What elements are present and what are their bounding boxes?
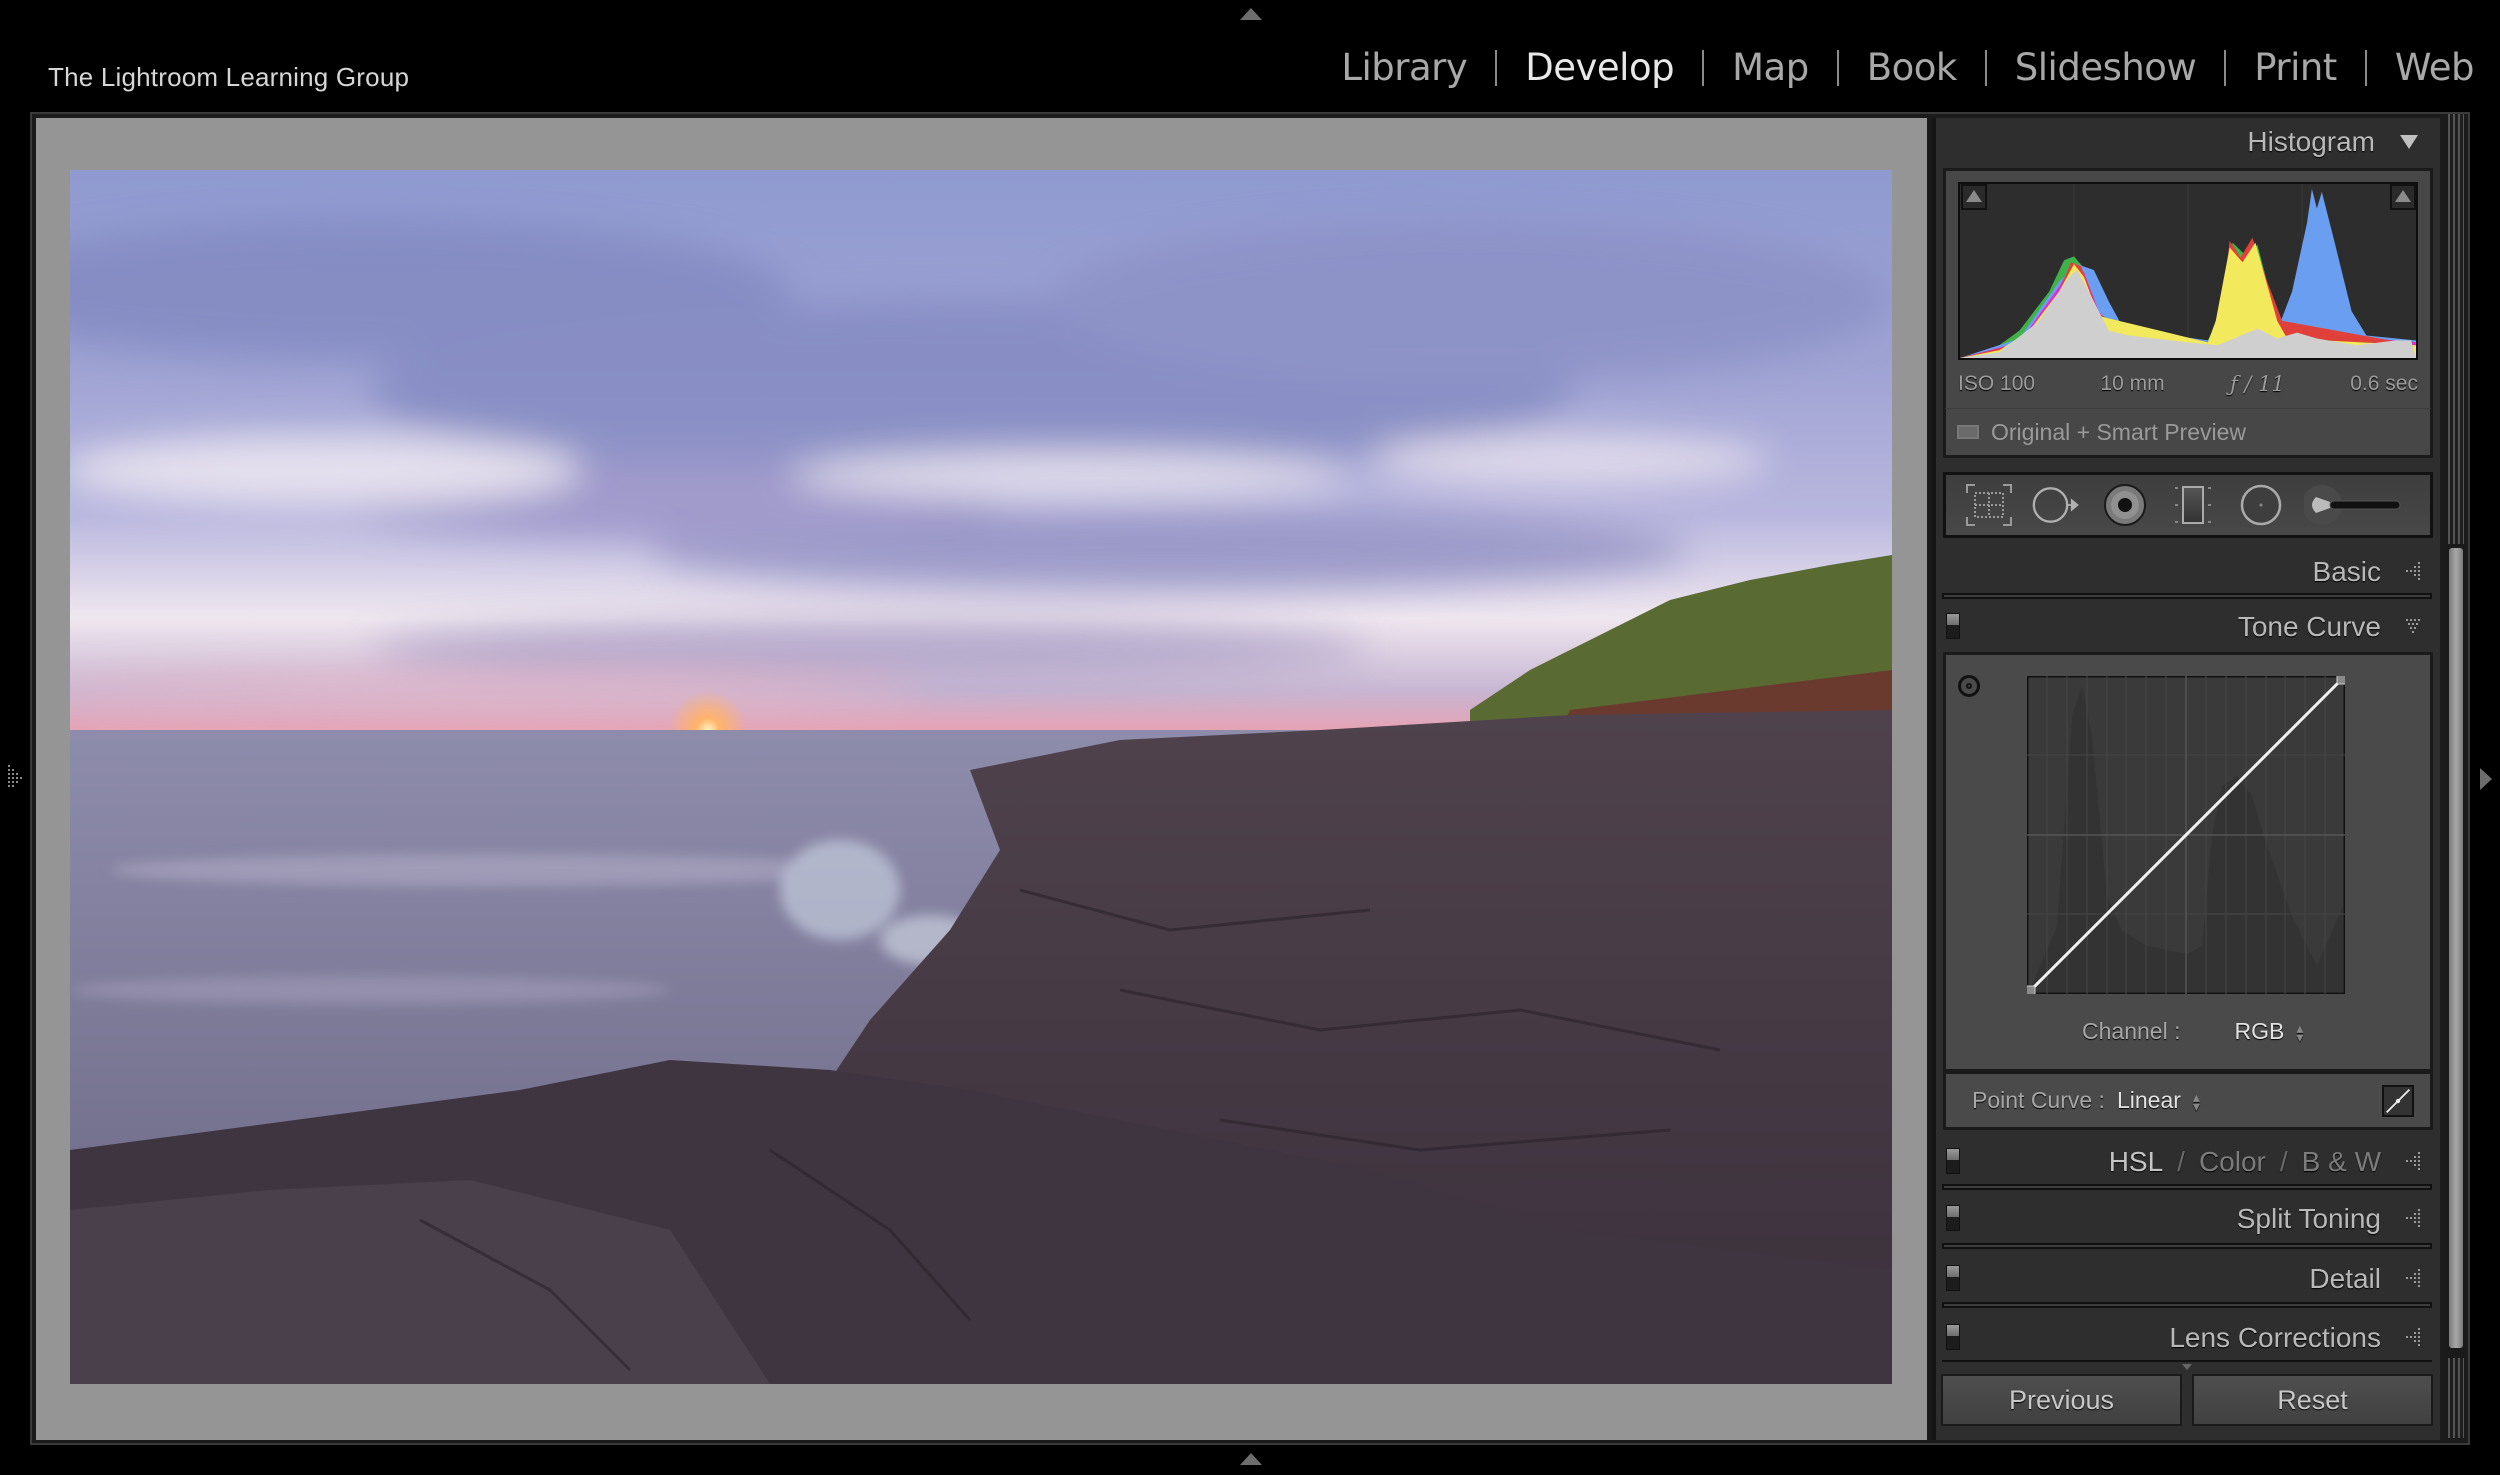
panel-end-marker-icon — [2182, 1364, 2192, 1370]
histogram-chart[interactable] — [1958, 182, 2418, 360]
detail-panel-title: Detail — [2309, 1263, 2381, 1294]
split-toning-panel-header[interactable]: Split Toning — [1940, 1195, 2433, 1243]
reset-button[interactable]: Reset — [2192, 1374, 2433, 1426]
tool-strip — [1943, 472, 2433, 538]
expand-left-icon — [2406, 1209, 2420, 1227]
preview-status: Original + Smart Preview — [1991, 418, 2246, 445]
exif-info: ISO 100 10 mm ƒ / 11 0.6 sec — [1958, 372, 2418, 396]
expand-left-icon — [2406, 1269, 2420, 1287]
tone-curve-panel-title: Tone Curve — [2237, 611, 2381, 642]
split-toning-panel-title: Split Toning — [2236, 1203, 2381, 1234]
radial-filter-icon — [2240, 484, 2282, 526]
panel-divider — [1942, 1302, 2432, 1308]
histogram-header[interactable]: Histogram — [1940, 118, 2433, 166]
expand-left-icon — [2406, 1328, 2420, 1346]
edit-point-curve-icon[interactable] — [2382, 1085, 2414, 1117]
collapse-triangle-icon — [2400, 135, 2418, 149]
adjustment-brush-tool[interactable] — [2304, 480, 2414, 530]
point-curve-select[interactable]: Linear ▴ ▾ — [2117, 1087, 2200, 1114]
module-develop[interactable]: Develop — [1497, 46, 1702, 89]
expand-down-icon — [2406, 619, 2420, 633]
exif-shutter: 0.6 sec — [2350, 372, 2418, 395]
detail-panel-header[interactable]: Detail — [1940, 1255, 2433, 1303]
module-web[interactable]: Web — [2367, 46, 2475, 89]
panel-end-line — [1942, 1360, 2432, 1362]
module-slideshow[interactable]: Slideshow — [1987, 46, 2224, 89]
module-library[interactable]: Library — [1313, 46, 1495, 89]
graduated-filter-tool[interactable] — [2168, 480, 2218, 530]
module-picker: Library Develop Map Book Slideshow Print… — [1313, 46, 2474, 89]
adjustment-brush-icon — [2304, 485, 2401, 525]
module-map[interactable]: Map — [1704, 46, 1837, 89]
curve-control-point[interactable] — [2336, 676, 2345, 685]
expand-left-icon — [2406, 1152, 2420, 1170]
scrollbar-thumb[interactable] — [2449, 548, 2463, 1348]
targeted-adjustment-icon[interactable] — [1958, 675, 1980, 697]
spot-removal-icon — [2032, 487, 2079, 523]
show-filmstrip-arrow[interactable] — [1240, 1453, 1262, 1465]
exif-aperture: ƒ / 11 — [2229, 372, 2285, 396]
expand-left-icon — [2406, 562, 2420, 580]
point-curve-row: Point Curve : Linear ▴ ▾ — [1943, 1072, 2433, 1130]
tab-separator: / — [2279, 1146, 2288, 1177]
basic-panel-title: Basic — [2312, 556, 2381, 587]
smart-preview-icon — [1957, 425, 1979, 439]
channel-label: Channel : — [2082, 1018, 2181, 1044]
module-print[interactable]: Print — [2226, 46, 2365, 89]
basic-panel-header[interactable]: Basic — [1940, 548, 2433, 596]
channel-row: Channel : RGB ▴ ▾ — [2027, 1018, 2345, 1045]
radial-filter-tool[interactable] — [2236, 480, 2286, 530]
tone-curve-graph[interactable] — [2027, 676, 2345, 994]
photo-preview[interactable] — [70, 170, 1892, 1384]
lens-corrections-panel-header[interactable]: Lens Corrections — [1940, 1314, 2433, 1362]
histogram-title: Histogram — [2247, 126, 2375, 157]
updown-icon: ▴ ▾ — [2192, 1088, 2200, 1114]
hsl-panel-header[interactable]: HSL / Color / B & W — [1940, 1138, 2433, 1186]
channel-value: RGB — [2234, 1018, 2285, 1044]
bw-tab[interactable]: B & W — [2302, 1146, 2381, 1177]
lens-corrections-panel-title: Lens Corrections — [2169, 1322, 2381, 1353]
graduated-filter-icon — [2175, 486, 2211, 524]
highlight-clipping-toggle[interactable] — [2390, 184, 2416, 210]
panel-divider — [1942, 1184, 2432, 1190]
identity-plate: The Lightroom Learning Group — [48, 62, 410, 92]
tone-curve-panel-header[interactable]: Tone Curve — [1940, 603, 2433, 651]
spot-removal-tool[interactable] — [2032, 480, 2082, 530]
crop-overlay-tool[interactable] — [1964, 480, 2014, 530]
crop-overlay-icon — [1966, 484, 2012, 526]
red-eye-correction-icon — [2104, 484, 2146, 526]
panel-divider — [1942, 593, 2432, 599]
show-top-panel-arrow[interactable] — [1240, 8, 1262, 20]
show-right-panel-arrow[interactable] — [2480, 768, 2492, 790]
module-book[interactable]: Book — [1839, 46, 1985, 89]
panel-divider — [1942, 1243, 2432, 1249]
previous-button[interactable]: Previous — [1941, 1374, 2182, 1426]
scrollbar-grip-top — [2448, 114, 2464, 544]
hsl-tab[interactable]: HSL — [2109, 1146, 2163, 1177]
channel-select[interactable]: RGB ▴ ▾ — [2234, 1018, 2303, 1045]
curve-control-point[interactable] — [2027, 985, 2036, 994]
updown-icon: ▴ ▾ — [2296, 1019, 2304, 1045]
show-left-panel-arrow[interactable] — [6, 764, 22, 790]
color-tab[interactable]: Color — [2199, 1146, 2266, 1177]
red-eye-tool[interactable] — [2100, 480, 2150, 530]
point-curve-label: Point Curve : — [1972, 1087, 2105, 1113]
exif-focal-length: 10 mm — [2100, 372, 2165, 395]
shadow-clipping-toggle[interactable] — [1961, 184, 1987, 210]
tab-separator: / — [2177, 1146, 2185, 1177]
scrollbar-grip-bottom — [2448, 1358, 2464, 1438]
preview-status-row: Original + Smart Preview — [1945, 408, 2431, 455]
exif-iso: ISO 100 — [1958, 372, 2036, 395]
point-curve-value: Linear — [2116, 1087, 2181, 1113]
